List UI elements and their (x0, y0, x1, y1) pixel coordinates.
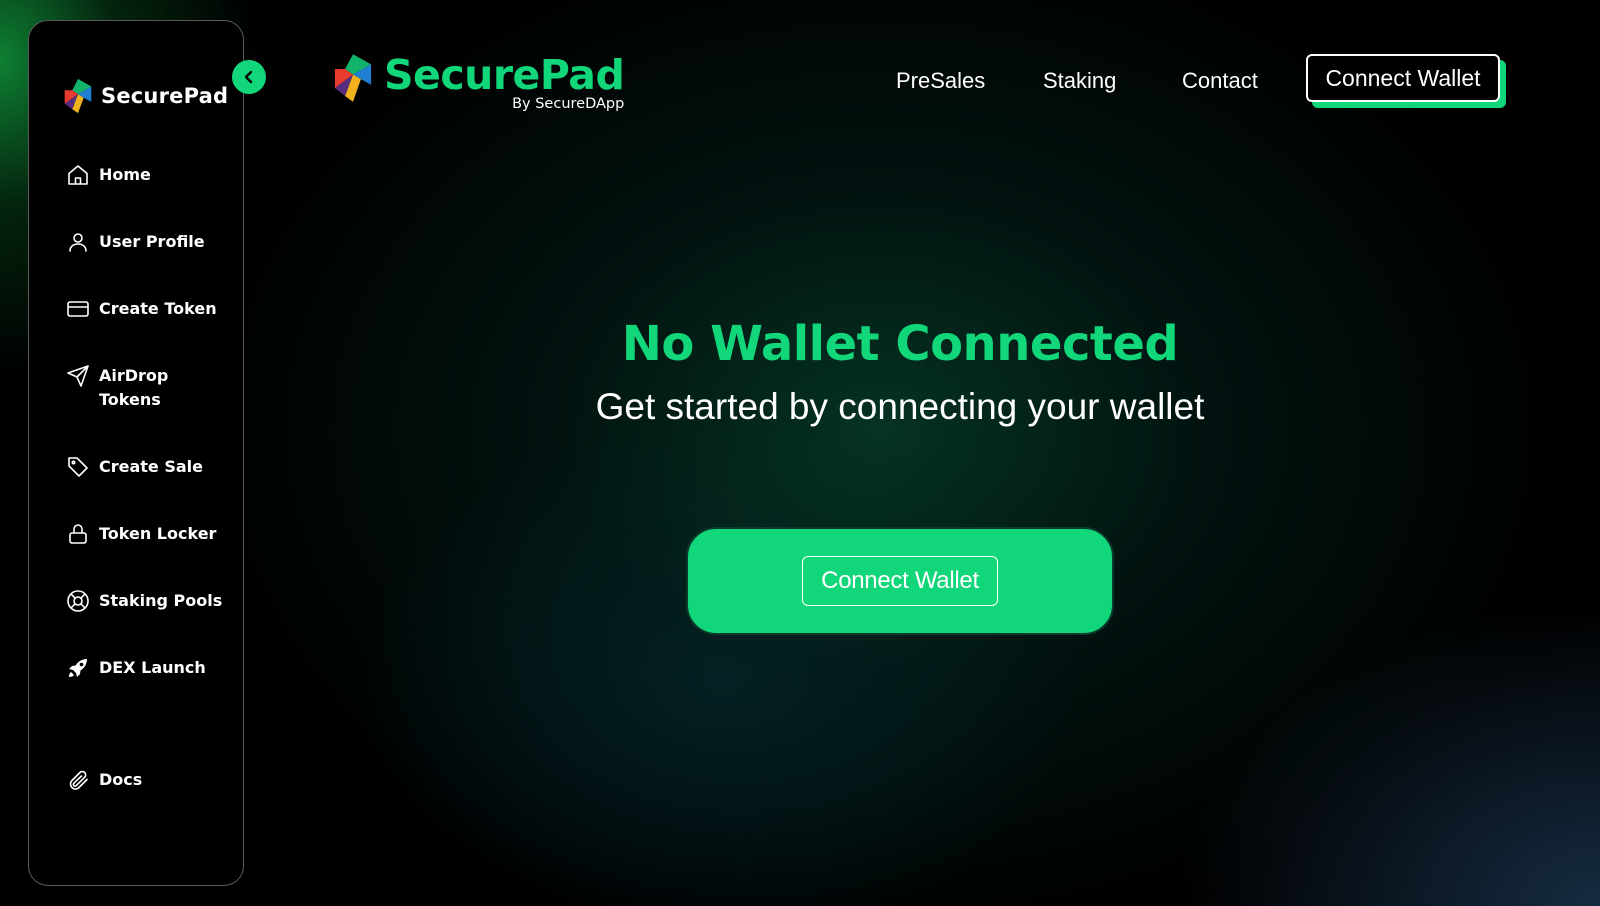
sidebar-logo[interactable]: SecurePad (59, 77, 228, 115)
sidebar-item-label: Create Sale (99, 457, 204, 476)
page-title: No Wallet Connected (621, 316, 1179, 372)
header-connect-wallet: Connect Wallet (1306, 54, 1506, 108)
sidebar: SecurePad Home User Profile Create Token… (28, 20, 244, 886)
sidebar-item-create-token[interactable]: Create Token (65, 296, 229, 322)
brand-logo[interactable]: SecurePad By SecureDApp (330, 50, 625, 112)
send-icon (65, 363, 91, 389)
sidebar-item-staking-pools[interactable]: Staking Pools (65, 588, 229, 614)
lock-icon (65, 521, 91, 547)
sidebar-logo-text: SecurePad (101, 84, 229, 108)
connect-wallet-button[interactable]: Connect Wallet (1306, 54, 1500, 102)
sidebar-item-token-locker[interactable]: Token Locker (65, 521, 229, 547)
sidebar-item-home[interactable]: Home (65, 162, 229, 188)
sidebar-item-user-profile[interactable]: User Profile (65, 229, 229, 255)
nav-staking[interactable]: Staking (1043, 68, 1116, 94)
nav-presales[interactable]: PreSales (896, 68, 985, 94)
sidebar-item-create-sale[interactable]: Create Sale (65, 454, 229, 480)
sidebar-collapse-button[interactable] (232, 60, 266, 94)
hero-connect-wallet-button[interactable]: Connect Wallet (802, 556, 998, 606)
tag-icon (65, 454, 91, 480)
sidebar-item-label: AirDrop Tokens (99, 366, 169, 409)
sidebar-item-dex-launch[interactable]: DEX Launch (65, 655, 229, 681)
sidebar-item-label: Token Locker (99, 524, 217, 543)
sidebar-item-label: DEX Launch (99, 658, 206, 677)
nav-contact[interactable]: Contact (1182, 68, 1258, 94)
sidebar-item-label: Docs (99, 770, 143, 789)
sidebar-item-docs[interactable]: Docs (65, 767, 229, 793)
card-icon (65, 296, 91, 322)
lifebuoy-icon (65, 588, 91, 614)
securepad-logo-icon (334, 54, 372, 102)
rocket-icon (65, 655, 91, 681)
page-subtitle: Get started by connecting your wallet (595, 386, 1205, 427)
connect-panel: Connect Wallet (686, 527, 1114, 635)
sidebar-item-label: Home (99, 165, 151, 184)
sidebar-item-label: Create Token (99, 299, 217, 318)
chevron-left-icon (244, 70, 253, 84)
sidebar-item-label: Staking Pools (99, 591, 223, 610)
securepad-logo-icon (64, 78, 92, 114)
user-icon (65, 229, 91, 255)
brand-name: SecurePad (384, 51, 625, 99)
sidebar-item-label: User Profile (99, 232, 205, 251)
home-icon (65, 162, 91, 188)
paperclip-icon (65, 767, 91, 793)
sidebar-item-airdrop-tokens[interactable]: AirDrop Tokens (65, 363, 189, 412)
